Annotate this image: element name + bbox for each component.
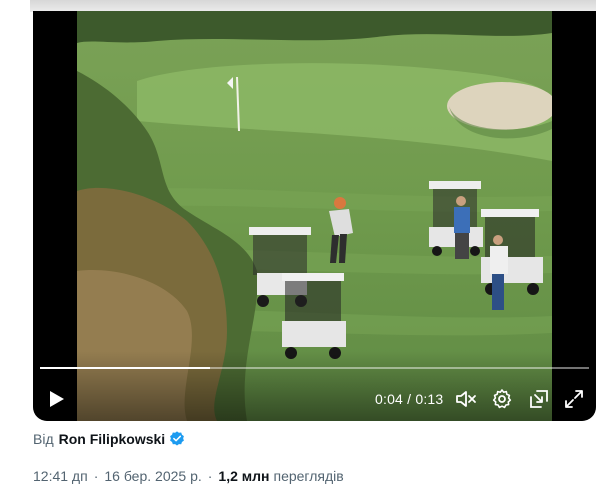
play-icon	[44, 387, 68, 411]
picture-in-picture-icon	[527, 387, 551, 411]
total-duration: 0:13	[415, 391, 444, 407]
settings-button[interactable]	[490, 387, 514, 411]
verified-badge-icon	[168, 430, 186, 448]
play-button[interactable]	[44, 387, 68, 411]
video-progress-fill	[40, 367, 211, 369]
gear-icon	[490, 387, 514, 411]
video-player[interactable]: 0:04 / 0:13	[33, 11, 596, 421]
views-count: 1,2 млн	[218, 468, 270, 484]
post-time-link[interactable]: 12:41 дп	[33, 468, 88, 484]
volume-muted-icon	[454, 387, 478, 411]
time-separator: /	[407, 391, 412, 407]
views-label: переглядів	[273, 468, 344, 484]
fullscreen-button[interactable]	[562, 387, 586, 411]
author-prefix: Від	[33, 431, 54, 447]
author-name-link[interactable]: Ron Filipkowski	[59, 431, 166, 447]
video-progress-bar[interactable]	[40, 367, 589, 369]
current-time: 0:04	[375, 391, 404, 407]
post-date-link[interactable]: 16 бер. 2025 р.	[104, 468, 201, 484]
meta-separator: ·	[93, 468, 99, 484]
picture-in-picture-button[interactable]	[527, 387, 551, 411]
tweet-media-card: 0:04 / 0:13 Від Ron Filipkowski 12:41 дп…	[0, 0, 613, 498]
author-line: Від Ron Filipkowski	[33, 429, 186, 449]
fullscreen-icon	[562, 387, 586, 411]
video-time: 0:04 / 0:13	[375, 391, 443, 407]
tweet-meta: 12:41 дп · 16 бер. 2025 р. · 1,2 млн пер…	[33, 467, 344, 485]
meta-separator: ·	[207, 468, 213, 484]
mute-button[interactable]	[454, 387, 478, 411]
